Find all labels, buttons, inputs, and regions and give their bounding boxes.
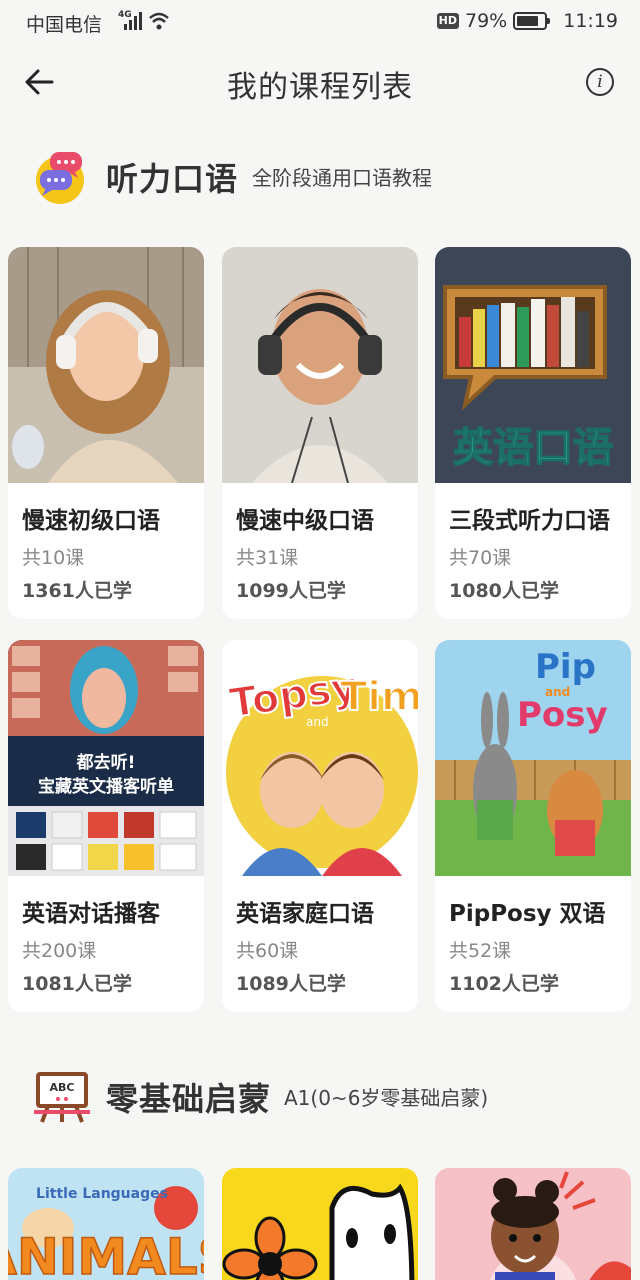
cover-title-3: Posy [517,695,608,735]
cover-line-1: 都去听! [76,752,136,773]
course-card-slow-intermediate[interactable]: 慢速中级口语 共31课 1099人已学 [222,247,418,619]
clock: 11:19 [563,10,618,32]
learner-count: 1361人已学 [22,580,132,602]
status-bar: 中国电信 4G HD 79% 11:19 [0,0,640,44]
learner-count: 1099人已学 [236,580,346,602]
right-status-group: HD 79% 11:19 [436,10,618,32]
course-card-pipposy[interactable]: Pip and Posy PipPosy 双语 共52课 1102人已学 [435,640,631,1012]
course-cover-image: 都去听! 宝藏英文播客听单 [8,640,204,876]
cover-title-1: Pip [535,647,596,687]
course-card-yellow-cartoon[interactable] [222,1168,418,1280]
course-card-family-english[interactable]: Topsy and Tim 英语家庭口语 共60课 1089人已学 [222,640,418,1012]
cover-title: ANIMALS [8,1228,204,1280]
section-title: 零基础启蒙 [106,1080,272,1118]
course-title: 慢速中级口语 [236,508,374,534]
network-type: 4G [118,10,132,20]
hd-badge: HD [436,13,459,29]
course-title: PipPosy 双语 [449,901,606,927]
learner-count: 1080人已学 [449,580,559,602]
course-title: 英语家庭口语 [236,901,374,927]
course-title: 三段式听力口语 [449,508,610,534]
course-cover-image: Pip and Posy [435,640,631,876]
course-card-three-step-listening[interactable]: 英语口语 三段式听力口语 共70课 1080人已学 [435,247,631,619]
learner-count: 1102人已学 [449,973,559,995]
course-cover-image [222,247,418,483]
section-header-zero-basics: ABC 零基础启蒙 A1(0~6岁零基础启蒙) [0,1062,640,1132]
chat-bubbles-icon [36,152,84,204]
course-card-pink-cartoon[interactable] [435,1168,631,1280]
learner-count: 1089人已学 [236,973,346,995]
course-card-little-languages[interactable]: Little Languages ANIMALS [8,1168,204,1280]
course-card-slow-beginner[interactable]: 慢速初级口语 共10课 1361人已学 [8,247,204,619]
lesson-count: 共52课 [449,940,512,962]
learner-count: 1081人已学 [22,973,132,995]
signal-wifi-icon: 4G [118,10,169,30]
lesson-count: 共70课 [449,547,512,569]
section-subtitle: A1(0~6岁零基础启蒙) [284,1086,489,1110]
cover-title-3: Tim [340,674,418,720]
course-cover-image [8,247,204,483]
cover-subtitle: Little Languages [36,1186,168,1202]
course-cover-image: 英语口语 [435,247,631,483]
chalkboard-abc-icon: ABC [34,1072,90,1123]
page-title: 我的课程列表 [227,70,413,105]
carrier-name: 中国电信 [26,14,103,36]
board-text: ABC [50,1081,75,1094]
section-header-listening: 听力口语 全阶段通用口语教程 [0,142,640,212]
battery-percent: 79% [465,10,508,32]
cover-title-2: and [306,715,329,729]
course-cover-image [435,1168,631,1280]
course-card-english-podcast[interactable]: 都去听! 宝藏英文播客听单 英语对话播客 共200课 1081人已学 [8,640,204,1012]
battery-icon [513,12,551,30]
course-cover-image: Topsy and Tim [222,640,418,876]
cover-title: 英语口语 [453,425,613,471]
lesson-count: 共10课 [22,547,85,569]
lesson-count: 共200课 [22,940,97,962]
app-header: 我的课程列表 i [0,44,640,120]
lesson-count: 共60课 [236,940,299,962]
course-title: 英语对话播客 [22,901,160,927]
course-cover-image [222,1168,418,1280]
course-cover-image: Little Languages ANIMALS [8,1168,204,1280]
lesson-count: 共31课 [236,547,299,569]
info-icon[interactable]: i [586,68,614,96]
section-subtitle: 全阶段通用口语教程 [252,166,432,190]
course-title: 慢速初级口语 [22,508,160,534]
section-title: 听力口语 [106,160,239,198]
cover-line-2: 宝藏英文播客听单 [38,776,174,797]
